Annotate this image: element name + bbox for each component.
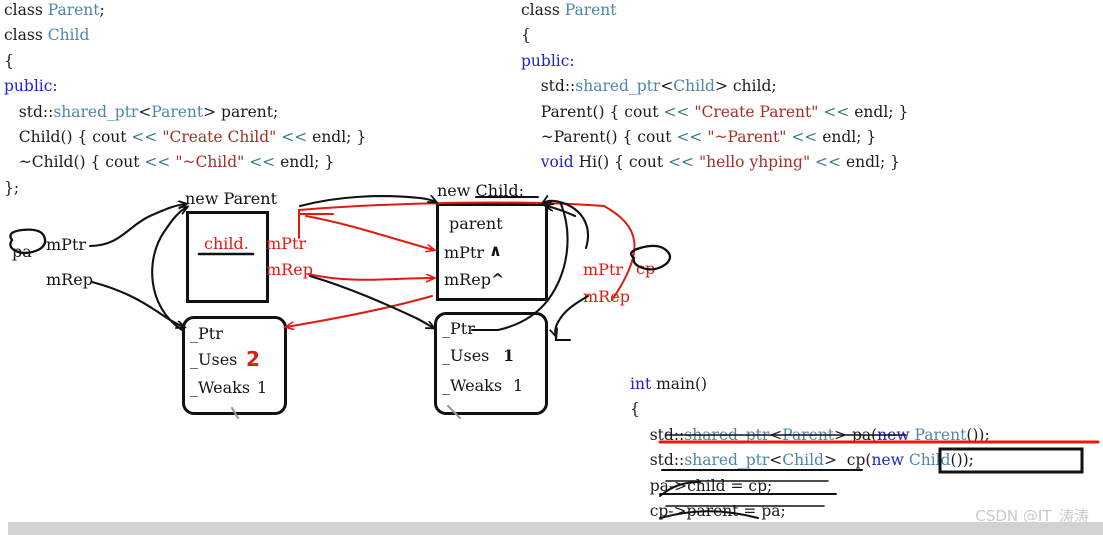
- curve-under-cp-parent: [659, 510, 759, 519]
- red-arrow-parent-mrep-to-child-mrep: [307, 273, 434, 280]
- arrow-pa-mptr-to-parent-object: [88, 204, 186, 248]
- black-box-new-child: [938, 447, 1084, 474]
- bracket-cp-mrep: [554, 328, 572, 342]
- pa-circle: [9, 228, 47, 255]
- screenshot-canvas: class Parent; class Child{public: std::sh…: [0, 0, 1103, 535]
- cp-circle: [629, 244, 672, 271]
- red-arrow-parent-mptr-to-child-mptr: [305, 215, 434, 250]
- red-line-from-cp-down: [603, 205, 636, 301]
- child-control-tail: [446, 404, 462, 420]
- red-arrow-to-parent-control-block: [286, 295, 433, 327]
- arrow-cp-mrep-hook: [555, 294, 590, 336]
- annotation-overlay: [9, 0, 1100, 519]
- bottom-scrollbar-strip[interactable]: [8, 522, 1103, 535]
- arrow-child-control-ptr-hook: [496, 202, 569, 332]
- parent-control-tail: [230, 406, 240, 420]
